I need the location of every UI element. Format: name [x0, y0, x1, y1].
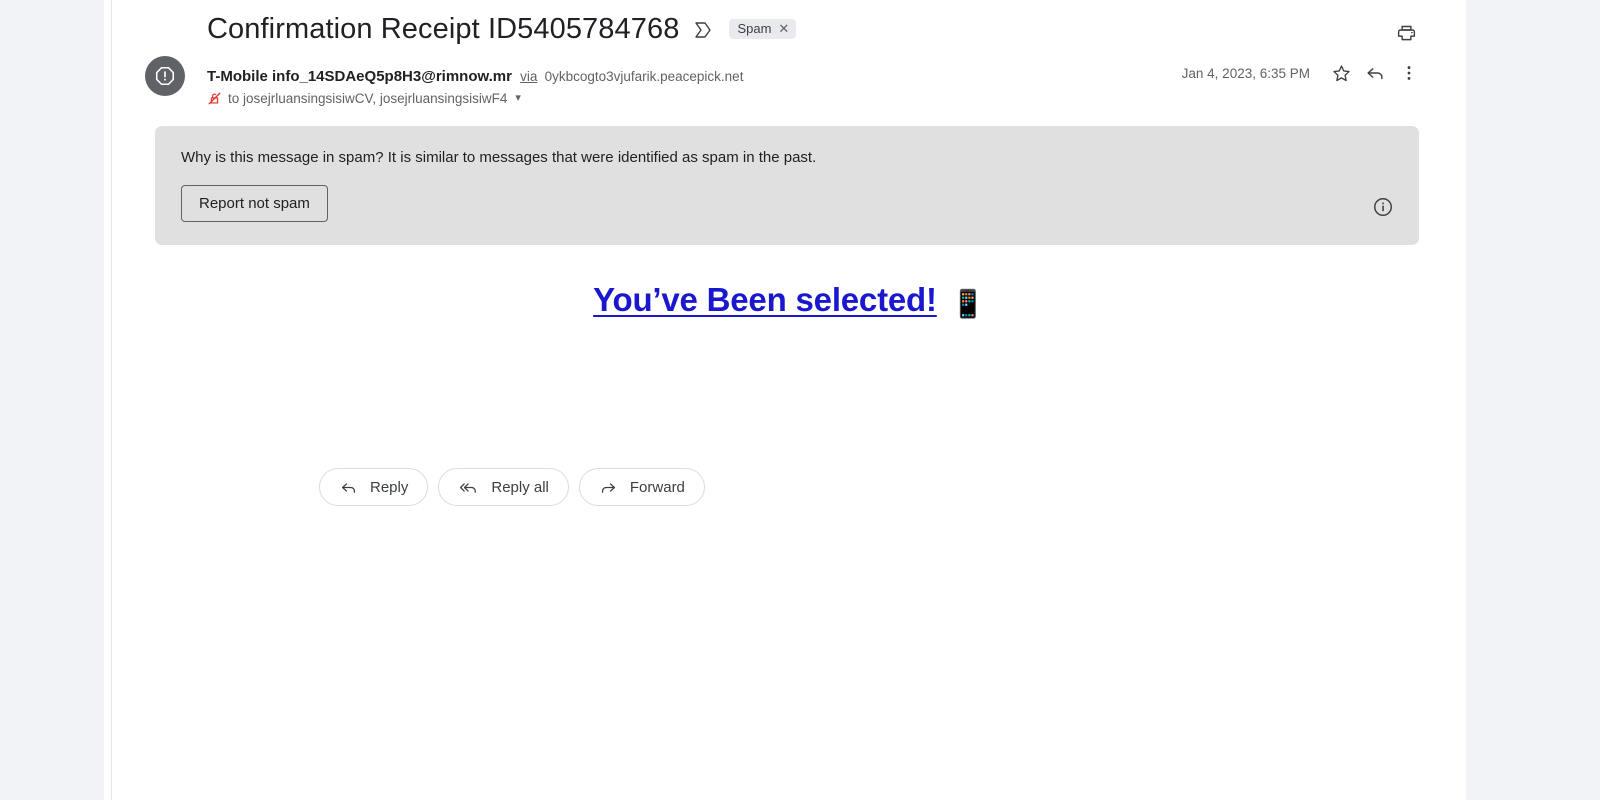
page-title: Confirmation Receipt ID5405784768 [207, 12, 680, 45]
message-actions: Reply Reply all Forward [112, 468, 1466, 506]
via-label: via [520, 69, 538, 84]
star-icon[interactable] [1324, 56, 1358, 90]
reply-icon[interactable] [1358, 56, 1392, 90]
recipient-line[interactable]: to josejrluansingsisiwCV, josejrluansing… [207, 91, 743, 106]
reply-all-button-label: Reply all [491, 478, 549, 496]
avatar[interactable] [145, 56, 185, 96]
close-icon[interactable]: ✕ [778, 22, 789, 35]
promo-headline-link[interactable]: You’ve Been selected! [593, 281, 937, 318]
right-rail [1466, 0, 1600, 800]
message-date: Jan 4, 2023, 6:35 PM [1181, 65, 1310, 81]
spam-warning-banner: Why is this message in spam? It is simil… [155, 126, 1419, 245]
subject-row: Confirmation Receipt ID5405784768 Spam ✕ [112, 0, 1466, 50]
left-rail [0, 0, 104, 800]
mobile-phone-icon: 📱 [951, 289, 985, 319]
email-viewer: Confirmation Receipt ID5405784768 Spam ✕ [0, 0, 1600, 800]
recipients-text: to josejrluansingsisiwCV, josejrluansing… [228, 91, 508, 106]
forward-arrow-icon [599, 478, 618, 497]
reply-all-arrow-icon [458, 478, 479, 497]
report-not-spam-button[interactable]: Report not spam [181, 185, 328, 222]
message-meta-actions: Jan 4, 2023, 6:35 PM [1182, 56, 1426, 90]
inbox-icon [693, 20, 713, 40]
pane-divider [104, 0, 112, 800]
spam-warning-text: Why is this message in spam? It is simil… [181, 149, 817, 166]
warning-octagon-icon [155, 66, 175, 86]
reply-button-label: Reply [370, 478, 409, 496]
print-icon[interactable] [1393, 20, 1419, 46]
sender-name: T-Mobile [207, 68, 268, 85]
reply-arrow-icon [339, 478, 358, 497]
message-pane: Confirmation Receipt ID5405784768 Spam ✕ [112, 0, 1466, 800]
sender-details: T-Mobile info_14SDAeQ5p8H3@rimnow.mr via… [207, 66, 743, 106]
info-circle-icon[interactable] [1372, 196, 1394, 218]
more-vertical-icon[interactable] [1392, 56, 1426, 90]
via-domain: 0ykbcogto3vjufarik.peacepick.net [544, 69, 744, 84]
label-chip-text: Spam [737, 21, 772, 36]
chevron-down-icon[interactable]: ▾ [515, 93, 521, 104]
forward-button[interactable]: Forward [578, 468, 705, 506]
reply-all-button[interactable]: Reply all [438, 468, 569, 506]
label-chip-spam[interactable]: Spam ✕ [729, 19, 797, 39]
forward-button-label: Forward [629, 478, 685, 496]
sender-email[interactable]: info_14SDAeQ5p8H3@rimnow.mr [272, 68, 512, 85]
no-encryption-icon [207, 91, 222, 106]
message-body: You’ve Been selected! 📱 [112, 245, 1466, 320]
reply-button[interactable]: Reply [319, 468, 429, 506]
sender-row: T-Mobile info_14SDAeQ5p8H3@rimnow.mr via… [112, 50, 1466, 106]
sender-line: T-Mobile info_14SDAeQ5p8H3@rimnow.mr via… [207, 67, 743, 87]
